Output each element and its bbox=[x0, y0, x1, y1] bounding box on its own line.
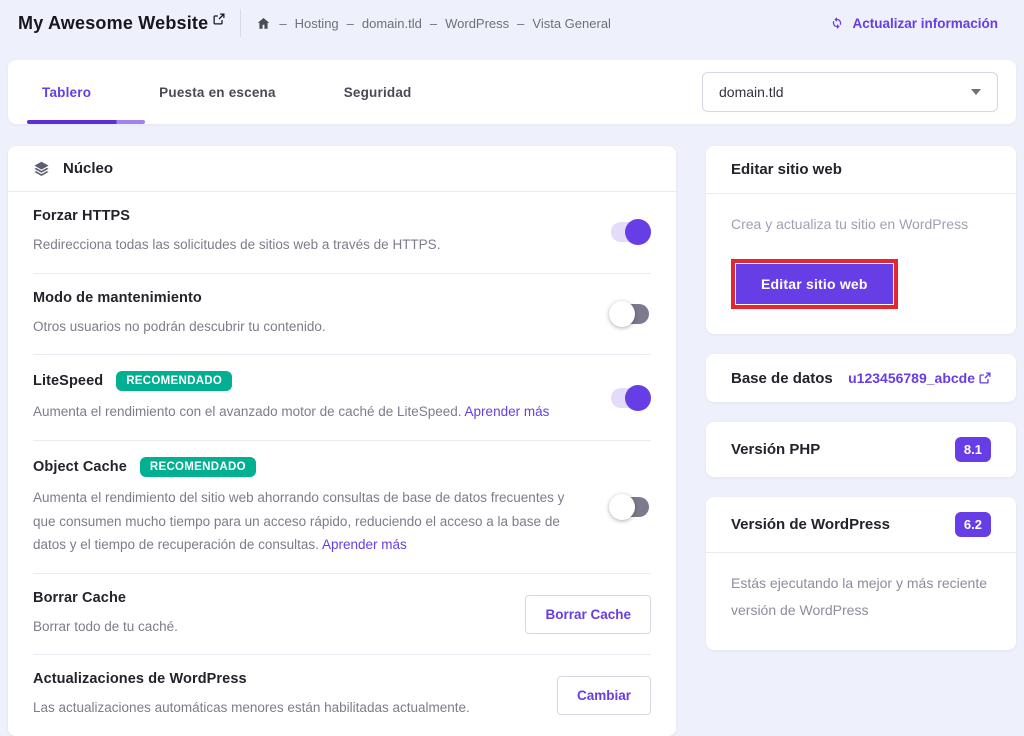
breadcrumb-item-domain[interactable]: domain.tld bbox=[362, 16, 422, 31]
core-card-title: Núcleo bbox=[63, 160, 113, 177]
chevron-down-icon bbox=[971, 89, 981, 95]
toggle-knob bbox=[625, 219, 651, 245]
setting-row-object-cache: Object Cache RECOMENDADO Aumenta el rend… bbox=[33, 441, 651, 574]
external-link-icon bbox=[979, 372, 991, 384]
change-updates-button[interactable]: Cambiar bbox=[557, 676, 651, 715]
setting-row-clear-cache: Borrar Cache Borrar todo de tu caché. Bo… bbox=[33, 574, 651, 656]
refresh-icon bbox=[830, 16, 844, 30]
wordpress-version-card: Versión de WordPress 6.2 Estás ejecutand… bbox=[706, 497, 1016, 650]
edit-site-card: Editar sitio web Crea y actualiza tu sit… bbox=[706, 146, 1016, 334]
setting-title: Object Cache bbox=[33, 459, 127, 475]
site-title-text: My Awesome Website bbox=[18, 13, 208, 34]
domain-select[interactable]: domain.tld bbox=[702, 72, 998, 112]
breadcrumb-separator: – bbox=[517, 16, 524, 31]
learn-more-link[interactable]: Aprender más bbox=[322, 537, 407, 552]
toggle-knob bbox=[609, 301, 635, 327]
toggle-knob bbox=[625, 385, 651, 411]
main-content: Núcleo Forzar HTTPS Redirecciona todas l… bbox=[8, 146, 1016, 736]
php-version-badge: 8.1 bbox=[955, 437, 991, 462]
setting-description: Las actualizaciones automáticas menores … bbox=[33, 696, 533, 720]
setting-description: Otros usuarios no podrán descubrir tu co… bbox=[33, 315, 587, 339]
toggle-knob bbox=[609, 494, 635, 520]
active-tab-indicator bbox=[27, 120, 145, 124]
edit-site-description: Crea y actualiza tu sitio en WordPress bbox=[731, 216, 991, 232]
recommended-badge: RECOMENDADO bbox=[140, 457, 256, 477]
learn-more-link[interactable]: Aprender más bbox=[465, 404, 550, 419]
layers-icon bbox=[33, 160, 50, 177]
external-link-icon[interactable] bbox=[213, 13, 225, 25]
litespeed-toggle[interactable] bbox=[611, 388, 649, 408]
core-card-body: Forzar HTTPS Redirecciona todas las soli… bbox=[8, 192, 676, 736]
tab-tablero[interactable]: Tablero bbox=[20, 85, 113, 100]
maintenance-mode-toggle[interactable] bbox=[611, 304, 649, 324]
breadcrumb-separator: – bbox=[347, 16, 354, 31]
tab-seguridad[interactable]: Seguridad bbox=[322, 85, 434, 100]
setting-title: Borrar Cache bbox=[33, 590, 501, 606]
setting-title: Forzar HTTPS bbox=[33, 208, 587, 224]
refresh-info-label: Actualizar información bbox=[852, 16, 998, 31]
setting-row-force-https: Forzar HTTPS Redirecciona todas las soli… bbox=[33, 192, 651, 274]
setting-description: Redirecciona todas las solicitudes de si… bbox=[33, 233, 587, 257]
setting-title: Actualizaciones de WordPress bbox=[33, 671, 533, 687]
setting-title: LiteSpeed bbox=[33, 373, 103, 389]
annotation-highlight-box: Editar sitio web bbox=[731, 259, 898, 309]
site-title: My Awesome Website bbox=[18, 13, 225, 34]
setting-row-litespeed: LiteSpeed RECOMENDADO Aumenta el rendimi… bbox=[33, 355, 651, 441]
clear-cache-button[interactable]: Borrar Cache bbox=[525, 595, 651, 634]
wordpress-version-description: Estás ejecutando la mejor y más reciente… bbox=[706, 553, 1016, 650]
sidebar: Editar sitio web Crea y actualiza tu sit… bbox=[706, 146, 1016, 650]
force-https-toggle[interactable] bbox=[611, 222, 649, 242]
database-card: Base de datos u123456789_abcde bbox=[706, 354, 1016, 402]
top-bar: My Awesome Website – Hosting – domain.tl… bbox=[0, 0, 1024, 46]
breadcrumb-item-current: Vista General bbox=[532, 16, 611, 31]
breadcrumb-separator: – bbox=[430, 16, 437, 31]
tab-list: Tablero Puesta en escena Seguridad bbox=[8, 85, 446, 100]
setting-description: Aumenta el rendimiento con el avanzado m… bbox=[33, 404, 462, 419]
tabs-bar: Tablero Puesta en escena Seguridad domai… bbox=[8, 60, 1016, 124]
php-version-title: Versión PHP bbox=[731, 441, 820, 458]
refresh-info-link[interactable]: Actualizar información bbox=[830, 16, 998, 31]
header-divider bbox=[240, 9, 241, 37]
setting-row-maintenance-mode: Modo de mantenimiento Otros usuarios no … bbox=[33, 274, 651, 356]
breadcrumb-item-wordpress[interactable]: WordPress bbox=[445, 16, 509, 31]
wordpress-version-badge: 6.2 bbox=[955, 512, 991, 537]
breadcrumb: – Hosting – domain.tld – WordPress – Vis… bbox=[256, 16, 611, 31]
recommended-badge: RECOMENDADO bbox=[116, 371, 232, 391]
home-icon[interactable] bbox=[256, 16, 271, 31]
setting-title: Modo de mantenimiento bbox=[33, 290, 587, 306]
domain-select-value: domain.tld bbox=[719, 84, 784, 100]
breadcrumb-item-hosting[interactable]: Hosting bbox=[295, 16, 339, 31]
database-card-title: Base de datos bbox=[731, 370, 833, 387]
setting-row-wordpress-updates: Actualizaciones de WordPress Las actuali… bbox=[33, 655, 651, 736]
core-settings-card: Núcleo Forzar HTTPS Redirecciona todas l… bbox=[8, 146, 676, 736]
setting-description: Aumenta el rendimiento del sitio web aho… bbox=[33, 490, 564, 552]
breadcrumb-separator: – bbox=[279, 16, 286, 31]
setting-description: Borrar todo de tu caché. bbox=[33, 615, 501, 639]
tab-puesta-en-escena[interactable]: Puesta en escena bbox=[137, 85, 298, 100]
database-link[interactable]: u123456789_abcde bbox=[848, 370, 991, 386]
edit-site-button[interactable]: Editar sitio web bbox=[736, 264, 893, 304]
edit-site-card-title: Editar sitio web bbox=[731, 161, 842, 178]
php-version-card: Versión PHP 8.1 bbox=[706, 422, 1016, 477]
object-cache-toggle[interactable] bbox=[611, 497, 649, 517]
database-link-label: u123456789_abcde bbox=[848, 370, 975, 386]
core-card-header: Núcleo bbox=[8, 146, 676, 192]
wordpress-version-title: Versión de WordPress bbox=[731, 516, 890, 533]
